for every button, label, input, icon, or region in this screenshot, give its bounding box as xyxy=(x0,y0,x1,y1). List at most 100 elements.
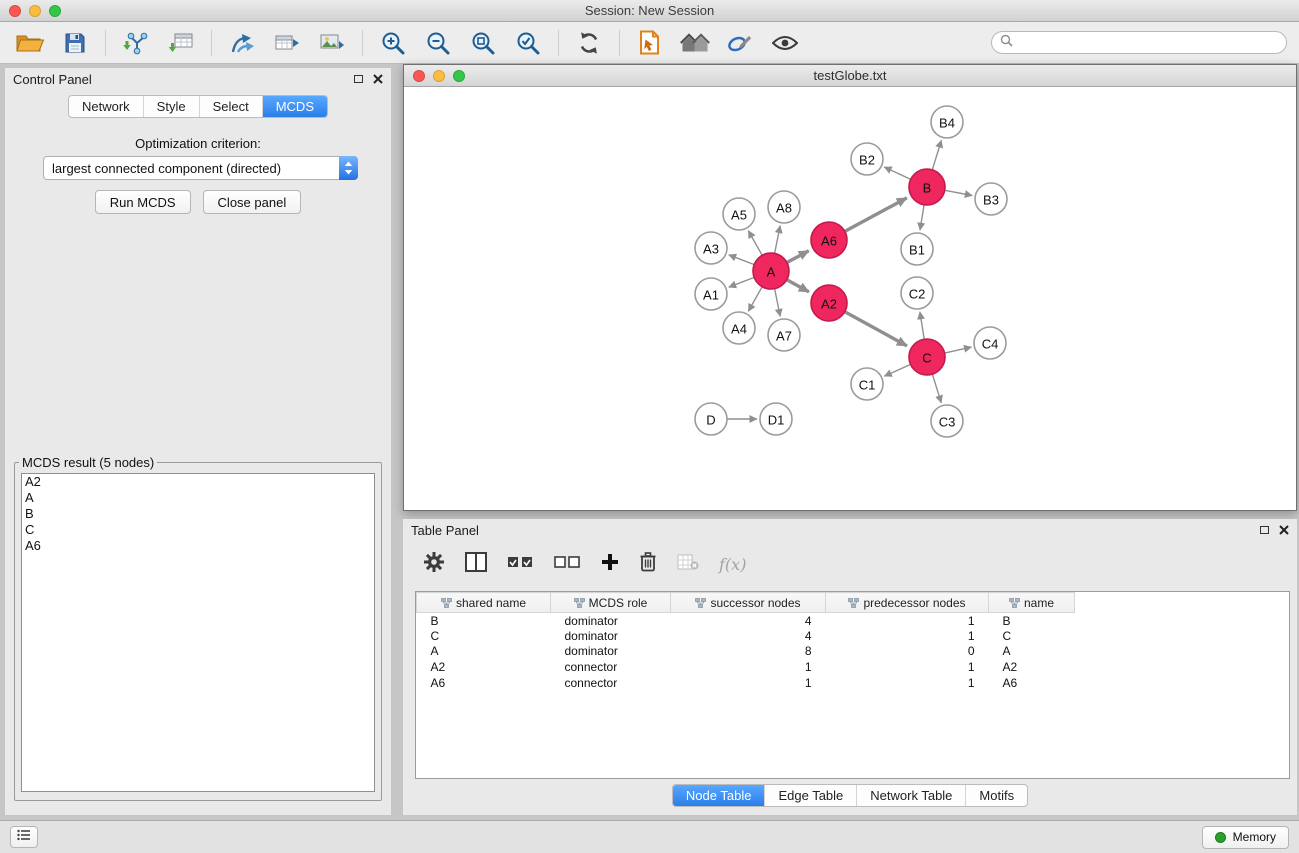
create-column-plus-icon[interactable] xyxy=(601,553,619,576)
graph-edge-B-B1[interactable] xyxy=(920,205,924,230)
column-header-successor-nodes[interactable]: successor nodes xyxy=(671,593,826,613)
graph-edge-A6-B[interactable] xyxy=(845,198,907,232)
column-header-shared-name[interactable]: shared name xyxy=(417,593,551,613)
tab-motifs[interactable]: Motifs xyxy=(965,785,1027,806)
table-row[interactable]: Cdominator41C xyxy=(417,628,1075,644)
graph-node-D[interactable]: D xyxy=(695,403,727,435)
memory-button[interactable]: Memory xyxy=(1202,826,1289,849)
table-row[interactable]: A6connector11A6 xyxy=(417,675,1075,691)
zoom-in-button[interactable] xyxy=(375,27,411,59)
zoom-selected-button[interactable] xyxy=(510,27,546,59)
mcds-result-list[interactable]: A2ABCA6 xyxy=(21,473,375,792)
network-minimize-button[interactable] xyxy=(433,70,445,82)
annotation-edit-button[interactable] xyxy=(722,27,758,59)
function-builder-icon[interactable]: f(x) xyxy=(719,555,746,574)
close-panel-icon[interactable] xyxy=(373,72,383,87)
tab-edge-table[interactable]: Edge Table xyxy=(764,785,856,806)
new-network-button[interactable] xyxy=(224,27,260,59)
float-panel-icon[interactable] xyxy=(354,75,363,83)
first-neighbors-button[interactable] xyxy=(632,27,668,59)
delete-table-icon[interactable] xyxy=(677,554,699,575)
graph-node-C2[interactable]: C2 xyxy=(901,277,933,309)
network-close-button[interactable] xyxy=(413,70,425,82)
tab-node-table[interactable]: Node Table xyxy=(673,785,765,806)
graph-node-A2[interactable]: A2 xyxy=(811,285,847,321)
minimize-window-button[interactable] xyxy=(29,5,41,17)
delete-column-trash-icon[interactable] xyxy=(639,551,657,577)
refresh-layout-button[interactable] xyxy=(571,27,607,59)
graph-edge-C-C1[interactable] xyxy=(884,364,910,376)
graph-edge-A-A4[interactable] xyxy=(748,287,762,312)
export-table-button[interactable] xyxy=(269,27,305,59)
import-table-button[interactable] xyxy=(163,27,199,59)
graph-node-B4[interactable]: B4 xyxy=(931,106,963,138)
graph-edge-B-B4[interactable] xyxy=(932,140,941,170)
close-table-panel-icon[interactable] xyxy=(1279,523,1289,538)
zoom-out-button[interactable] xyxy=(420,27,456,59)
export-image-button[interactable] xyxy=(314,27,350,59)
graph-node-A7[interactable]: A7 xyxy=(768,319,800,351)
graph-node-A8[interactable]: A8 xyxy=(768,191,800,223)
graph-edge-A-A8[interactable] xyxy=(775,226,781,254)
tab-mcds[interactable]: MCDS xyxy=(262,96,327,117)
mcds-result-item[interactable]: A xyxy=(22,490,374,506)
close-panel-button[interactable]: Close panel xyxy=(203,190,302,214)
graph-node-A3[interactable]: A3 xyxy=(695,232,727,264)
graph-node-C1[interactable]: C1 xyxy=(851,368,883,400)
graph-edge-C-C4[interactable] xyxy=(945,347,972,353)
graph-node-D1[interactable]: D1 xyxy=(760,403,792,435)
column-header-predecessor-nodes[interactable]: predecessor nodes xyxy=(826,593,989,613)
tab-select[interactable]: Select xyxy=(199,96,262,117)
network-window-titlebar[interactable]: testGlobe.txt xyxy=(404,65,1296,87)
tab-network-table[interactable]: Network Table xyxy=(856,785,965,806)
float-table-panel-icon[interactable] xyxy=(1260,526,1269,534)
graph-edge-A-A3[interactable] xyxy=(729,255,755,265)
open-session-button[interactable] xyxy=(12,27,48,59)
graph-node-B2[interactable]: B2 xyxy=(851,143,883,175)
zoom-window-button[interactable] xyxy=(49,5,61,17)
graph-node-A1[interactable]: A1 xyxy=(695,278,727,310)
graph-edge-A-A6[interactable] xyxy=(787,251,809,263)
graph-node-B1[interactable]: B1 xyxy=(901,233,933,265)
save-session-button[interactable] xyxy=(57,27,93,59)
home-view-button[interactable] xyxy=(677,27,713,59)
graph-node-C4[interactable]: C4 xyxy=(974,327,1006,359)
mcds-result-item[interactable]: A2 xyxy=(22,474,374,490)
show-columns-icon[interactable] xyxy=(465,552,487,577)
graph-node-C3[interactable]: C3 xyxy=(931,405,963,437)
mcds-result-item[interactable]: C xyxy=(22,522,374,538)
run-mcds-button[interactable]: Run MCDS xyxy=(95,190,191,214)
tab-network[interactable]: Network xyxy=(69,96,143,117)
table-row[interactable]: Bdominator41B xyxy=(417,613,1075,629)
graph-edge-B-B2[interactable] xyxy=(884,167,911,179)
deselect-all-rows-icon[interactable] xyxy=(554,555,581,574)
graph-edge-A-A1[interactable] xyxy=(729,277,755,287)
mcds-result-item[interactable]: A6 xyxy=(22,538,374,554)
graph-node-A5[interactable]: A5 xyxy=(723,198,755,230)
table-settings-gear-icon[interactable] xyxy=(423,551,445,578)
search-input[interactable] xyxy=(1018,36,1278,50)
search-box[interactable] xyxy=(991,31,1287,54)
table-row[interactable]: A2connector11A2 xyxy=(417,659,1075,675)
graph-node-A4[interactable]: A4 xyxy=(723,312,755,344)
graph-edge-C-C2[interactable] xyxy=(920,312,924,339)
graph-node-B3[interactable]: B3 xyxy=(975,183,1007,215)
graph-edge-A2-C[interactable] xyxy=(845,312,907,346)
tab-style[interactable]: Style xyxy=(143,96,199,117)
optimization-criterion-dropdown[interactable]: largest connected component (directed) xyxy=(43,156,358,180)
node-table-area[interactable]: shared nameMCDS rolesuccessor nodesprede… xyxy=(415,591,1290,779)
graph-node-B[interactable]: B xyxy=(909,169,945,205)
graph-edge-A-A2[interactable] xyxy=(787,280,809,292)
show-hide-details-button[interactable] xyxy=(767,27,803,59)
select-all-rows-icon[interactable] xyxy=(507,555,534,574)
task-history-button[interactable] xyxy=(10,826,38,848)
mcds-result-item[interactable]: B xyxy=(22,506,374,522)
graph-node-A[interactable]: A xyxy=(753,253,789,289)
column-header-name[interactable]: name xyxy=(989,593,1075,613)
close-window-button[interactable] xyxy=(9,5,21,17)
network-zoom-button[interactable] xyxy=(453,70,465,82)
graph-node-A6[interactable]: A6 xyxy=(811,222,847,258)
graph-edge-B-B3[interactable] xyxy=(945,190,973,195)
graph-edge-A-A7[interactable] xyxy=(775,289,781,317)
column-header-MCDS-role[interactable]: MCDS role xyxy=(551,593,671,613)
